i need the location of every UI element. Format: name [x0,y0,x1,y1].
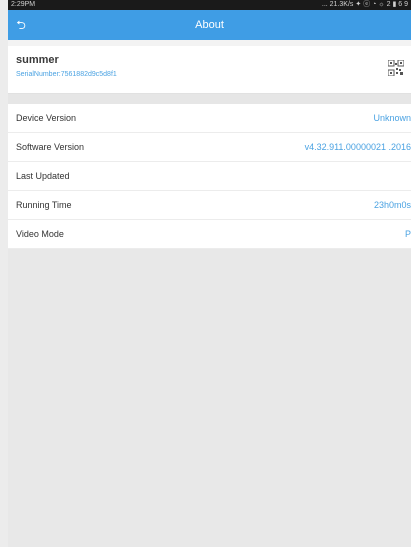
device-card: summer SerialNumber:7561882d9c5d8f1 [8,46,411,94]
device-name: summer [16,54,59,66]
last-updated-row: Last Updated [8,162,411,191]
last-updated-label: Last Updated [16,171,70,181]
software-version-value: v4.32.911.00000021 .2016 [304,142,411,152]
software-version-label: Software Version [16,142,85,152]
device-version-value: Unknown [373,113,411,123]
video-mode-row: Video Mode P [8,220,411,249]
status-indicators: ... 21.3K/s ✦ ⓔ ◔ ☼ 2 ▮ 6 9 [321,1,408,8]
software-version-row: Software Version v4.32.911.00000021 .201… [8,133,411,162]
device-serial-number: SerialNumber:7561882d9c5d8f1 [16,71,117,78]
section-gap [8,94,411,104]
info-list: Device Version Unknown Software Version … [8,104,411,249]
app-screen: 2:29PM ... 21.3K/s ✦ ⓔ ◔ ☼ 2 ▮ 6 9 ⮌ Abo… [8,0,411,547]
qr-code-icon[interactable] [387,59,405,77]
device-version-label: Device Version [16,113,77,123]
running-time-row: Running Time 23h0m0s [8,191,411,220]
video-mode-value: P [404,229,411,239]
status-time: 2:29PM [11,1,36,8]
app-bar: ⮌ About [8,10,411,40]
running-time-value: 23h0m0s [373,200,411,210]
page-title: About [195,19,224,31]
device-version-row: Device Version Unknown [8,104,411,133]
video-mode-label: Video Mode [16,229,64,239]
running-time-label: Running Time [16,200,72,210]
status-bar: 2:29PM ... 21.3K/s ✦ ⓔ ◔ ☼ 2 ▮ 6 9 [8,0,411,10]
